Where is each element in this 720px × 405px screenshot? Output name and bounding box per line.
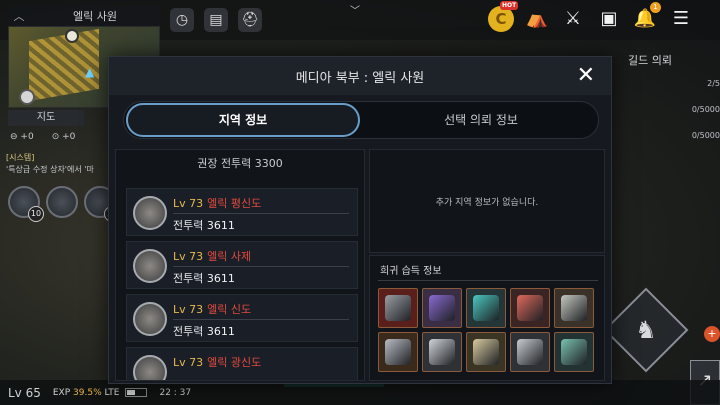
collapse-arrow-icon[interactable]: ﹀: [350, 2, 360, 17]
map-button[interactable]: 지도: [8, 110, 84, 126]
hot-badge: HOT: [500, 1, 519, 10]
chat-log[interactable]: [시스템] '특상급 수정 상자'에서 '마: [6, 152, 94, 176]
monster-entry[interactable]: Lv 73 엘릭 평신도 전투력 3611: [126, 188, 358, 236]
monster-portrait-icon: [133, 355, 167, 380]
divider: [173, 266, 349, 267]
red-gem-icon[interactable]: [510, 288, 550, 328]
dialog-title: 메디아 북부 : 엘릭 사원: [295, 70, 425, 86]
exp-readout: EXP 39.5% LTE: [52, 387, 120, 398]
helmet-icon[interactable]: ⛑: [238, 8, 262, 32]
monster-name: Lv 73 엘릭 사제: [173, 250, 252, 263]
teal-boot-icon[interactable]: [554, 332, 594, 372]
monster-entry[interactable]: Lv 73 엘릭 광신도: [126, 347, 358, 380]
gauntlet-icon[interactable]: [554, 288, 594, 328]
close-icon[interactable]: ✕: [577, 65, 595, 87]
monster-entry[interactable]: Lv 73 엘릭 사제 전투력 3611: [126, 241, 358, 289]
minimap-stats: ⊖ +0 ⊙ +0: [10, 132, 75, 142]
divider: [173, 213, 349, 214]
minimap-location-name: 엘릭 사원: [73, 10, 117, 23]
purple-bracelet-icon[interactable]: [422, 288, 462, 328]
monster-power: 전투력 3611: [173, 219, 235, 232]
monster-name: Lv 73 엘릭 평신도: [173, 197, 262, 210]
cyan-gem-icon[interactable]: [466, 288, 506, 328]
greave-icon[interactable]: [378, 332, 418, 372]
battery-icon: [125, 388, 148, 397]
player-level: Lv 65: [8, 385, 41, 400]
player-marker-icon: ▲: [85, 65, 95, 79]
horse-icon: ♞: [635, 316, 657, 344]
monster-portrait-icon: [133, 196, 167, 230]
monster-list-panel[interactable]: 권장 전투력 3300 Lv 73 엘릭 평신도 전투력 3611 Lv 73 엘릭…: [115, 149, 365, 381]
location-pin-icon: [65, 29, 79, 43]
dialog-header: 메디아 북부 : 엘릭 사원 ✕: [109, 57, 611, 95]
quest-progress: 0/5000: [691, 131, 720, 140]
monster-entry[interactable]: Lv 73 엘릭 신도 전투력 3611: [126, 294, 358, 342]
monster-power: 전투력 3611: [173, 272, 235, 285]
stopwatch-icon[interactable]: ◷: [170, 8, 194, 32]
guild-quest-label[interactable]: 길드 의뢰: [628, 52, 672, 68]
rare-drops-title: 희귀 습득 정보: [380, 266, 442, 277]
monster-power: 전투력 3611: [173, 325, 235, 338]
waypoint-icon[interactable]: [19, 89, 35, 105]
stat-b: ⊙ +0: [51, 132, 76, 142]
rare-item-grid: [378, 288, 594, 372]
region-info-dialog: 메디아 북부 : 엘릭 사원 ✕ 지역 정보 선택 의뢰 정보 권장 전투력 3…: [108, 56, 612, 384]
tab-region-info[interactable]: 지역 정보: [126, 103, 360, 137]
silver-greave-icon[interactable]: [422, 332, 462, 372]
chat-system-tag: [시스템]: [6, 153, 35, 162]
quest-progress: 2/5: [707, 79, 720, 88]
coin-shop-icon[interactable]: C HOT: [488, 1, 519, 32]
quest-progress: 0/5000: [691, 105, 720, 114]
bracelet-icon[interactable]: [378, 288, 418, 328]
skill-slot-2[interactable]: [46, 186, 78, 218]
minimap-header[interactable]: ︿ 엘릭 사원: [8, 6, 160, 26]
chevron-up-icon[interactable]: ︿: [8, 8, 30, 24]
main-menu-icons: C HOT ⛺ ⚔ ▣ 🔔 1 ☰: [488, 1, 694, 32]
hamburger-menu-icon[interactable]: ☰: [668, 6, 694, 32]
quest-tracker[interactable]: 2/5 0/5000 0/5000: [678, 78, 720, 156]
bell-badge: 1: [650, 2, 661, 13]
rare-drops-panel: 희귀 습득 정보: [369, 255, 605, 381]
divider: [378, 280, 598, 281]
skill-slot-1[interactable]: 10: [8, 186, 44, 222]
bell-icon[interactable]: 🔔 1: [632, 2, 661, 32]
top-icon-group: ◷ ▤ ⛑: [170, 8, 262, 32]
monster-name: Lv 73 엘릭 광신도: [173, 356, 262, 369]
skill-count: 10: [28, 206, 44, 222]
storage-icon[interactable]: ▣: [596, 6, 622, 32]
shield-icon: ⊙: [51, 132, 60, 142]
chat-message: '특상급 수정 상자'에서 '마: [6, 165, 94, 174]
camp-icon[interactable]: ⛺: [524, 6, 550, 32]
tab-bar: 지역 정보 선택 의뢰 정보: [123, 101, 599, 139]
add-icon[interactable]: +: [704, 326, 720, 342]
skill-slots: 10 10: [8, 186, 120, 222]
stat-a: ⊖ +0: [10, 132, 34, 142]
no-info-message: 추가 지역 정보가 없습니다.: [435, 197, 539, 208]
tab-quest-info[interactable]: 선택 의뢰 정보: [364, 103, 598, 137]
eye-icon: ⊖: [10, 132, 18, 142]
book-icon[interactable]: ▤: [204, 8, 228, 32]
gold-greave-icon[interactable]: [466, 332, 506, 372]
extra-region-info: 추가 지역 정보가 없습니다.: [369, 149, 605, 253]
boot-icon[interactable]: [510, 332, 550, 372]
monster-portrait-icon: [133, 249, 167, 283]
recommended-power: 권장 전투력 3300: [197, 157, 283, 170]
crossed-axes-icon[interactable]: ⚔: [560, 6, 586, 32]
monster-name: Lv 73 엘릭 신도: [173, 303, 252, 316]
divider: [173, 319, 349, 320]
monster-portrait-icon: [133, 302, 167, 336]
clock: 22 : 37: [159, 387, 192, 398]
